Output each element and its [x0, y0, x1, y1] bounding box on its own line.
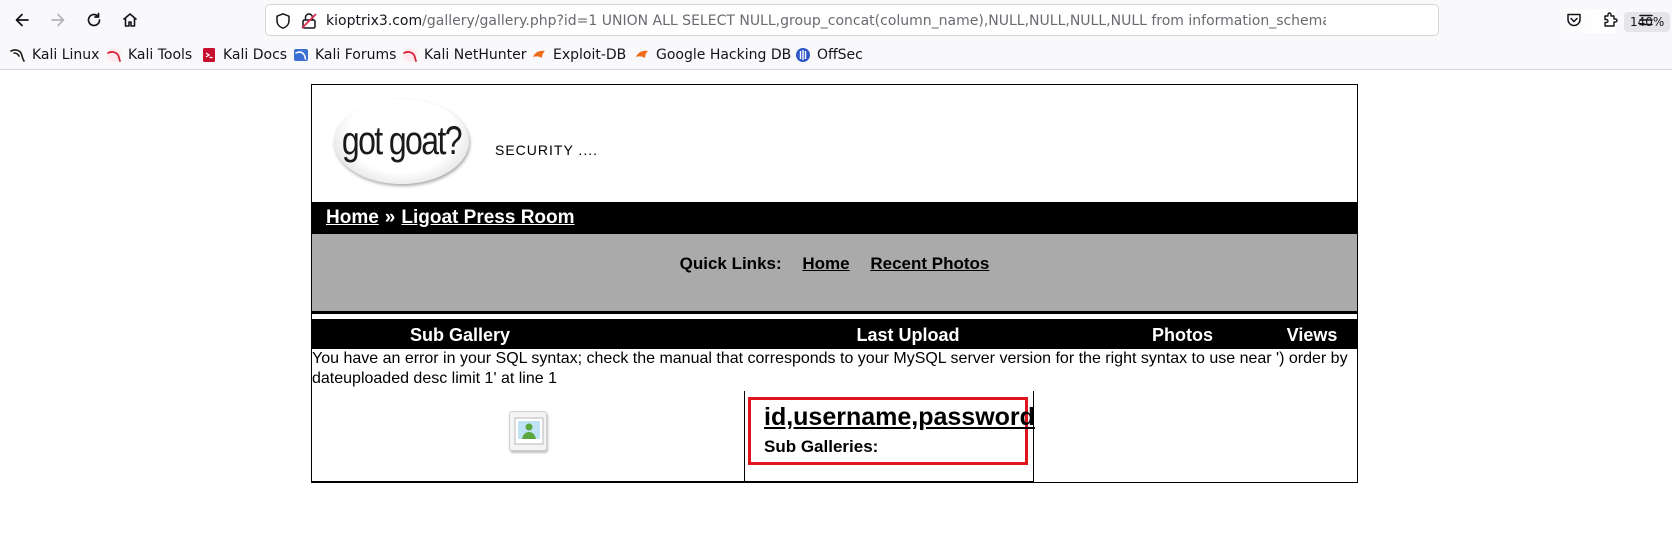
- kali-docs-icon: [203, 48, 215, 62]
- got-goat-logo[interactable]: got goat?: [334, 99, 469, 184]
- bookmarks-toolbar: Kali Linux Kali Tools Kali Docs Kali For…: [0, 40, 1672, 70]
- tracking-shield-icon[interactable]: [274, 12, 292, 30]
- quick-link-recent-photos[interactable]: Recent Photos: [870, 254, 989, 273]
- column-views: Views: [1286, 325, 1338, 345]
- bookmark-kali-tools[interactable]: Kali Tools: [106, 44, 192, 66]
- forward-arrow-icon: [51, 13, 65, 27]
- sql-error-message: You have an error in your SQL syntax; ch…: [312, 350, 1348, 387]
- reload-icon: [87, 12, 101, 27]
- site-tagline: SECURITY ....: [495, 142, 598, 158]
- bookmark-kali-forums[interactable]: Kali Forums: [293, 44, 396, 66]
- bookmark-kali-nethunter[interactable]: Kali NetHunter: [402, 44, 526, 66]
- bookmark-label: Kali Docs: [223, 47, 288, 63]
- column-last-upload: Last Upload: [856, 325, 960, 345]
- breadcrumb: Home » Ligoat Press Room: [312, 200, 1357, 234]
- url-text[interactable]: kioptrix3.com/gallery/gallery.php?id=1 U…: [326, 12, 1326, 30]
- gallery-page-frame: got goat? SECURITY .... Home » Ligoat Pr…: [311, 84, 1358, 483]
- pocket-icon: [1567, 13, 1581, 27]
- reload-button[interactable]: [80, 6, 108, 34]
- sub-gallery-title-link[interactable]: id,username,password: [764, 403, 1035, 432]
- puzzle-icon: [1604, 12, 1618, 27]
- bookmark-label: Kali Tools: [128, 47, 193, 63]
- bookmark-label: Kali Linux: [32, 47, 100, 63]
- exploit-db-icon: [533, 50, 545, 58]
- url-host: kioptrix3.com: [326, 13, 423, 29]
- quick-links-bar: Quick Links: Home Recent Photos: [312, 234, 1357, 314]
- home-icon: [122, 13, 138, 27]
- breadcrumb-home-link[interactable]: Home: [326, 207, 379, 229]
- extensions-button[interactable]: [1596, 6, 1624, 34]
- broken-image-icon: [514, 417, 544, 445]
- breadcrumb-current-link[interactable]: Ligoat Press Room: [401, 207, 574, 229]
- kali-dragon-icon: [10, 49, 25, 62]
- gallery-thumbnail[interactable]: [509, 411, 547, 451]
- site-header: got goat? SECURITY ....: [312, 85, 1357, 198]
- bookmark-kali-linux[interactable]: Kali Linux: [10, 44, 99, 66]
- quick-link-home[interactable]: Home: [802, 254, 849, 273]
- bookmark-label: Exploit-DB: [553, 47, 627, 63]
- home-button[interactable]: [116, 6, 144, 34]
- browser-toolbar: kioptrix3.com/gallery/gallery.php?id=1 U…: [0, 0, 1672, 40]
- back-arrow-icon: [15, 13, 29, 27]
- column-sub-gallery: Sub Gallery: [409, 325, 511, 345]
- breadcrumb-separator: »: [384, 207, 396, 228]
- bookmark-label: Kali NetHunter: [424, 47, 527, 63]
- kali-nethunter-icon: [403, 48, 417, 62]
- url-path: /gallery/gallery.php?id=1 UNION ALL SELE…: [422, 13, 1326, 29]
- bookmark-label: OffSec: [817, 47, 863, 63]
- gallery-table-header: Sub Gallery Last Upload Photos Views: [312, 317, 1357, 349]
- insecure-lock-icon[interactable]: [300, 12, 318, 30]
- bookmark-offsec[interactable]: OffSec: [795, 44, 863, 66]
- row-bottom-border: [312, 481, 1034, 483]
- kali-forums-icon: [294, 49, 308, 61]
- cell-divider: [744, 391, 745, 483]
- offsec-icon: [796, 48, 810, 62]
- sub-galleries-label: Sub Galleries:: [764, 437, 879, 456]
- forward-button[interactable]: [44, 6, 72, 34]
- gallery-table-row: id,username,password Sub Galleries:: [312, 391, 1357, 483]
- menu-button[interactable]: [1632, 6, 1660, 34]
- back-button[interactable]: [8, 6, 36, 34]
- column-photos: Photos: [1152, 325, 1213, 345]
- ghdb-icon: [636, 50, 648, 58]
- hamburger-menu-icon: [1639, 14, 1653, 26]
- bookmark-kali-docs[interactable]: Kali Docs: [201, 44, 287, 66]
- pocket-button[interactable]: [1560, 6, 1588, 34]
- bookmark-label: Google Hacking DB: [656, 47, 792, 63]
- address-bar[interactable]: kioptrix3.com/gallery/gallery.php?id=1 U…: [265, 4, 1671, 36]
- kali-tools-icon: [107, 48, 121, 62]
- bookmark-google-hacking-db[interactable]: Google Hacking DB: [634, 44, 791, 66]
- bookmark-label: Kali Forums: [315, 47, 397, 63]
- bookmark-exploit-db[interactable]: Exploit-DB: [531, 44, 626, 66]
- quick-links-label: Quick Links:: [679, 254, 782, 273]
- logo-text: got goat?: [341, 119, 463, 163]
- injection-result-highlight: id,username,password Sub Galleries:: [748, 397, 1035, 465]
